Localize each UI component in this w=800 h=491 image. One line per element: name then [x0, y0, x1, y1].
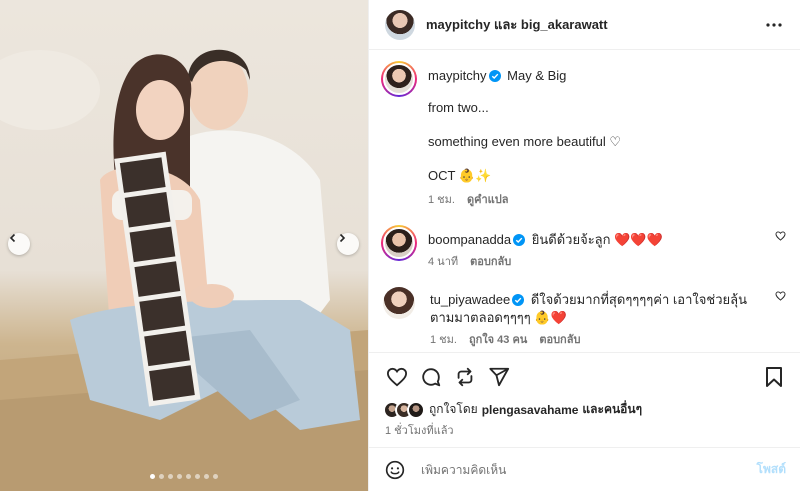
add-comment-bar: โพสต์ [369, 447, 800, 491]
post-photo[interactable] [0, 0, 368, 491]
comment-like-count[interactable]: ถูกใจ 43 คน [469, 333, 527, 347]
carousel-dot [195, 474, 200, 479]
repost-button[interactable] [451, 363, 479, 391]
post-comment-button[interactable]: โพสต์ [757, 460, 786, 479]
comment-item: boompanadda ยินดีด้วยจ้ะลูก ❤️❤️❤️ 4 นาท… [381, 225, 786, 269]
more-horizontal-icon [766, 22, 782, 27]
liker-avatars [383, 400, 425, 419]
post-action-bar [369, 352, 800, 400]
story-ring[interactable] [381, 61, 417, 97]
liker-avatar [407, 400, 425, 419]
carousel-dot [159, 474, 164, 479]
carousel-dot [168, 474, 173, 479]
caption-line: from two... [428, 100, 489, 115]
reply-button[interactable]: ตอบกลับ [539, 333, 580, 347]
commenter-avatar [383, 227, 415, 259]
comment-item: tu_piyawadee ดีใจด้วยมากที่สุดๆๆๆๆค่า เอ… [381, 285, 786, 347]
paper-plane-icon [489, 367, 510, 386]
save-button[interactable] [760, 363, 788, 391]
previous-photo-button[interactable] [8, 233, 30, 255]
verified-badge-icon [512, 294, 525, 306]
caption: maypitchy May & Big from two... somethin… [381, 61, 786, 207]
more-options-button[interactable] [762, 13, 786, 37]
verified-badge-icon [488, 70, 501, 82]
collaborator-username[interactable]: big_akarawatt [521, 17, 608, 32]
comment-username[interactable]: tu_piyawadee [430, 292, 510, 307]
carousel-dot [186, 474, 191, 479]
and-word: และ [493, 17, 518, 32]
post-side-panel: maypitchy และ big_akarawatt maypitchy Ma… [368, 0, 800, 491]
chevron-right-icon [339, 233, 346, 243]
emoji-button[interactable] [383, 458, 407, 482]
heart-outline-icon [386, 367, 408, 386]
heart-outline-icon [775, 291, 786, 301]
like-comment-button[interactable] [768, 225, 786, 269]
repost-icon [457, 367, 473, 386]
comment-username[interactable]: boompanadda [428, 232, 511, 247]
bookmark-icon [766, 366, 782, 387]
comment-text: ยินดีด้วยจ้ะลูก ❤️❤️❤️ [531, 232, 663, 247]
liked-by[interactable]: ถูกใจโดย plengasavahame และคนอื่นๆ [383, 400, 786, 419]
reply-button[interactable]: ตอบกลับ [470, 255, 511, 269]
liked-by-others[interactable]: และคนอื่นๆ [582, 400, 642, 419]
carousel-dot [150, 474, 155, 479]
comment-time[interactable]: 4 นาที [428, 255, 458, 269]
like-comment-button[interactable] [768, 285, 786, 347]
post-authors: maypitchy และ big_akarawatt [426, 14, 762, 35]
comment-bubble-icon [422, 367, 441, 386]
caption-line: OCT 👶✨ [428, 168, 492, 183]
comment-button[interactable] [417, 363, 445, 391]
commenter-avatar[interactable] [383, 287, 415, 319]
caption-line: something even more beautiful ♡ [428, 134, 622, 149]
owner-username[interactable]: maypitchy [426, 17, 490, 32]
share-button[interactable] [485, 363, 513, 391]
post-timestamp[interactable]: 1 ชั่วโมงที่แล้ว [385, 421, 454, 439]
caption-title: May & Big [507, 68, 567, 83]
like-button[interactable] [383, 363, 411, 391]
caption-username[interactable]: maypitchy [428, 68, 487, 83]
carousel-dot [204, 474, 209, 479]
liked-by-user[interactable]: plengasavahame [482, 403, 579, 417]
next-photo-button[interactable] [337, 233, 359, 255]
comments-list[interactable]: maypitchy May & Big from two... somethin… [369, 51, 800, 351]
carousel-dot [213, 474, 218, 479]
chevron-left-icon [9, 233, 16, 243]
couple-photo-illustration [0, 49, 368, 491]
emoji-icon [385, 460, 405, 479]
post-header: maypitchy และ big_akarawatt [369, 0, 800, 50]
carousel-indicator [0, 474, 368, 479]
comment-time[interactable]: 1 ชม. [430, 333, 457, 347]
see-translation-link[interactable]: ดูคำแปล [467, 193, 509, 207]
story-ring[interactable] [381, 225, 417, 261]
caption-avatar [383, 63, 415, 95]
verified-badge-icon [513, 234, 526, 246]
caption-time[interactable]: 1 ชม. [428, 193, 455, 207]
carousel-dot [177, 474, 182, 479]
comment-input[interactable] [421, 462, 757, 477]
owner-avatar[interactable] [385, 9, 415, 40]
liked-by-prefix: ถูกใจโดย [429, 402, 478, 416]
heart-outline-icon [775, 231, 786, 241]
